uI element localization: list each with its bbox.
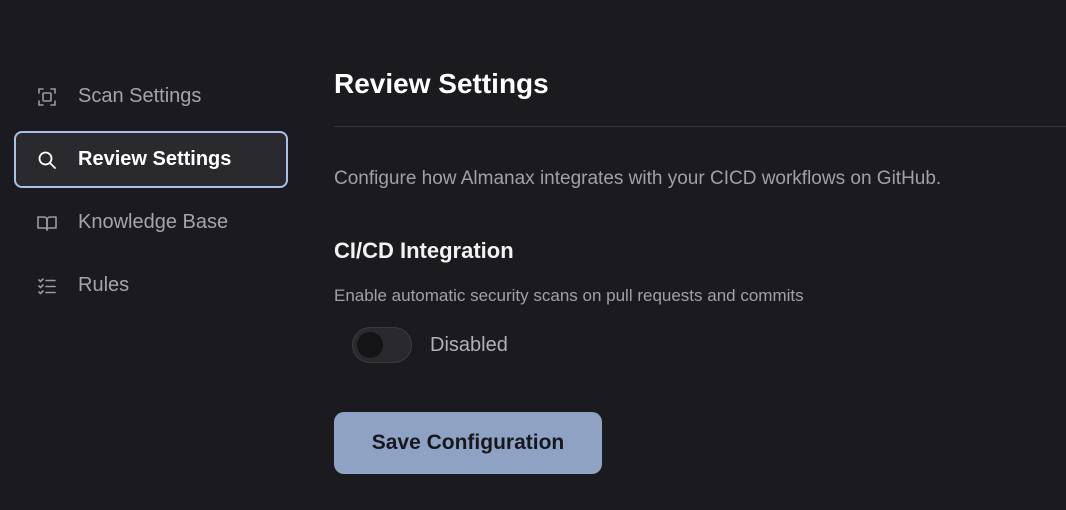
search-icon: [36, 149, 58, 171]
sidebar-item-label: Review Settings: [78, 148, 232, 170]
section-description: Enable automatic security scans on pull …: [334, 286, 804, 305]
cicd-toggle[interactable]: [352, 327, 412, 363]
toggle-knob: [357, 332, 383, 358]
sidebar-item-label: Rules: [78, 274, 130, 296]
toggle-status-label: Disabled: [430, 333, 508, 356]
sidebar-item-rules[interactable]: Rules: [14, 257, 288, 314]
book-icon: [36, 212, 58, 234]
sidebar-item-scan-settings[interactable]: Scan Settings: [14, 68, 288, 125]
page-title: Review Settings: [334, 68, 549, 99]
sidebar: Scan Settings Review Settings Knowledge …: [14, 68, 288, 320]
cicd-toggle-row: Disabled: [352, 327, 508, 363]
sidebar-item-knowledge-base[interactable]: Knowledge Base: [14, 194, 288, 251]
main-content: Review Settings Configure how Almanax in…: [334, 0, 1066, 510]
save-configuration-button[interactable]: Save Configuration: [334, 412, 602, 474]
scan-icon: [36, 86, 58, 108]
sidebar-item-review-settings[interactable]: Review Settings: [14, 131, 288, 188]
title-divider: [334, 126, 1066, 127]
sidebar-item-label: Knowledge Base: [78, 211, 229, 233]
sidebar-item-label: Scan Settings: [78, 85, 202, 107]
page-description: Configure how Almanax integrates with yo…: [334, 168, 942, 189]
section-title: CI/CD Integration: [334, 238, 514, 263]
app-root: Scan Settings Review Settings Knowledge …: [0, 0, 1066, 510]
checklist-icon: [36, 275, 58, 297]
